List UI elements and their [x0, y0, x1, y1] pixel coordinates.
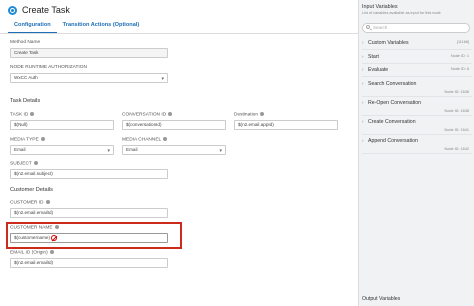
media-type-value: Email: [14, 147, 26, 152]
subject-field[interactable]: $(n2.email.subject): [10, 169, 168, 179]
media-channel-value: Email: [126, 147, 138, 152]
media-channel-label: MEDIA CHANNEL: [122, 137, 168, 143]
variable-group-search-conversation[interactable]: › Search Conversation Node ID: 1636: [362, 81, 472, 94]
task-details-heading: Task Details: [10, 98, 41, 104]
search-icon: [366, 25, 370, 29]
conversation-id-label-text: CONVERSATION ID: [122, 112, 167, 118]
variable-group-label: Create Conversation: [368, 119, 416, 125]
divider: [362, 96, 472, 97]
main-panel: Create Task Configuration Transition Act…: [0, 0, 358, 306]
variable-group-label: Start: [368, 54, 379, 60]
variable-group-custom[interactable]: › Custom Variables [11166]: [362, 40, 472, 46]
email-id-field[interactable]: $(n2.email.emailId): [10, 258, 168, 268]
variable-group-meta: Node ID: 1642: [444, 147, 470, 151]
divider: [362, 153, 472, 154]
method-name-field[interactable]: Create Task: [10, 48, 168, 58]
variable-group-label: Search Conversation: [368, 81, 417, 87]
variable-search-input[interactable]: Search: [362, 23, 470, 33]
customer-name-value: $(customername): [14, 235, 50, 240]
tab-divider: [0, 33, 358, 34]
info-icon: [54, 225, 59, 229]
variable-group-append-conversation[interactable]: › Append Conversation Node ID: 1642: [362, 138, 472, 151]
customer-name-field[interactable]: $(customername): [10, 233, 168, 243]
subject-label: SUBJECT: [10, 161, 38, 166]
variable-group-meta: [11166]: [456, 40, 469, 44]
info-icon: [163, 137, 168, 141]
variable-group-label: Evaluate: [368, 67, 389, 73]
customer-name-label-text: CUSTOMER NAME: [10, 225, 53, 231]
not-allowed-cursor-icon: [51, 234, 57, 241]
info-icon: [49, 250, 54, 254]
variable-group-meta: Node ID: 1638: [444, 109, 470, 113]
node-logo-icon: [8, 5, 17, 15]
media-channel-select[interactable]: Email ▾: [122, 145, 226, 155]
conversation-id-label: CONVERSATION ID: [122, 112, 173, 118]
info-icon: [33, 161, 38, 165]
divider: [362, 63, 472, 64]
info-icon: [30, 112, 35, 116]
variable-group-start[interactable]: › Start Node ID: 1: [362, 54, 472, 60]
tab-transition-actions[interactable]: Transition Actions (Optional): [57, 20, 146, 33]
destination-label-text: Destination: [234, 112, 258, 118]
media-type-label: MEDIA TYPE: [10, 137, 45, 142]
header: Create Task: [4, 2, 70, 18]
task-id-field[interactable]: $(Null): [10, 120, 114, 130]
customer-name-label: CUSTOMER NAME: [10, 225, 59, 230]
node-runtime-auth-value: WxCC Auth: [14, 75, 38, 80]
chevron-down-icon: ▾: [161, 76, 164, 82]
destination-label: Destination: [234, 112, 264, 117]
customer-details-heading: Customer Details: [10, 187, 53, 193]
node-runtime-auth-label: NODE RUNTIME AUTHORIZATION: [10, 65, 87, 70]
subject-label-text: SUBJECT: [10, 161, 32, 167]
method-name-label: Method Name: [10, 40, 41, 45]
variable-group-meta: Node ID: 1: [450, 54, 469, 58]
customer-id-field[interactable]: $(n2.email.emailId): [10, 208, 168, 218]
email-id-label: EMAIL ID (Origin): [10, 250, 54, 255]
input-variables-title: Input Variables: [362, 4, 398, 10]
variable-group-meta: Node ID: 1641: [444, 128, 470, 132]
tab-configuration[interactable]: Configuration: [8, 20, 57, 33]
divider: [362, 76, 472, 77]
task-id-label: TASK ID: [10, 112, 35, 118]
chevron-down-icon: ▾: [107, 148, 110, 154]
node-runtime-auth-select[interactable]: WxCC Auth ▾: [10, 73, 168, 83]
media-type-label-text: MEDIA TYPE: [10, 137, 39, 143]
info-icon: [168, 112, 173, 116]
divider: [362, 134, 472, 135]
output-variables-title: Output Variables: [362, 296, 401, 302]
conversation-id-field[interactable]: $(conversationId): [122, 120, 226, 130]
input-variables-panel: Input Variables List of variables availa…: [358, 0, 474, 306]
info-icon: [40, 137, 45, 141]
variable-group-label: Append Conversation: [368, 138, 418, 144]
tab-bar: Configuration Transition Actions (Option…: [8, 20, 145, 34]
customer-id-label-text: CUSTOMER ID: [10, 200, 44, 206]
media-channel-label-text: MEDIA CHANNEL: [122, 137, 162, 143]
variable-group-create-conversation[interactable]: › Create Conversation Node ID: 1641: [362, 119, 472, 132]
email-id-label-text: EMAIL ID (Origin): [10, 250, 48, 256]
variable-group-meta: Node ID: 6: [450, 67, 469, 71]
divider: [362, 115, 472, 116]
destination-field[interactable]: $(n2.email.appId): [234, 120, 338, 130]
task-id-label-text: TASK ID: [10, 112, 29, 118]
info-icon: [260, 112, 264, 116]
media-type-select[interactable]: Email ▾: [10, 145, 114, 155]
app-root: Create Task Configuration Transition Act…: [0, 0, 474, 306]
variable-group-evaluate[interactable]: › Evaluate Node ID: 6: [362, 67, 472, 73]
variable-group-label: Custom Variables: [368, 40, 409, 46]
customer-id-label: CUSTOMER ID: [10, 200, 50, 205]
search-placeholder: Search: [373, 25, 388, 30]
divider: [362, 49, 472, 50]
info-icon: [45, 200, 50, 204]
variable-group-reopen-conversation[interactable]: › Re-Open Conversation Node ID: 1638: [362, 100, 472, 113]
input-variables-subtitle: List of variables available as input for…: [362, 11, 441, 15]
variable-group-meta: Node ID: 1636: [444, 90, 470, 94]
chevron-down-icon: ▾: [219, 148, 222, 154]
page-title: Create Task: [22, 5, 70, 15]
variable-group-label: Re-Open Conversation: [368, 100, 422, 106]
